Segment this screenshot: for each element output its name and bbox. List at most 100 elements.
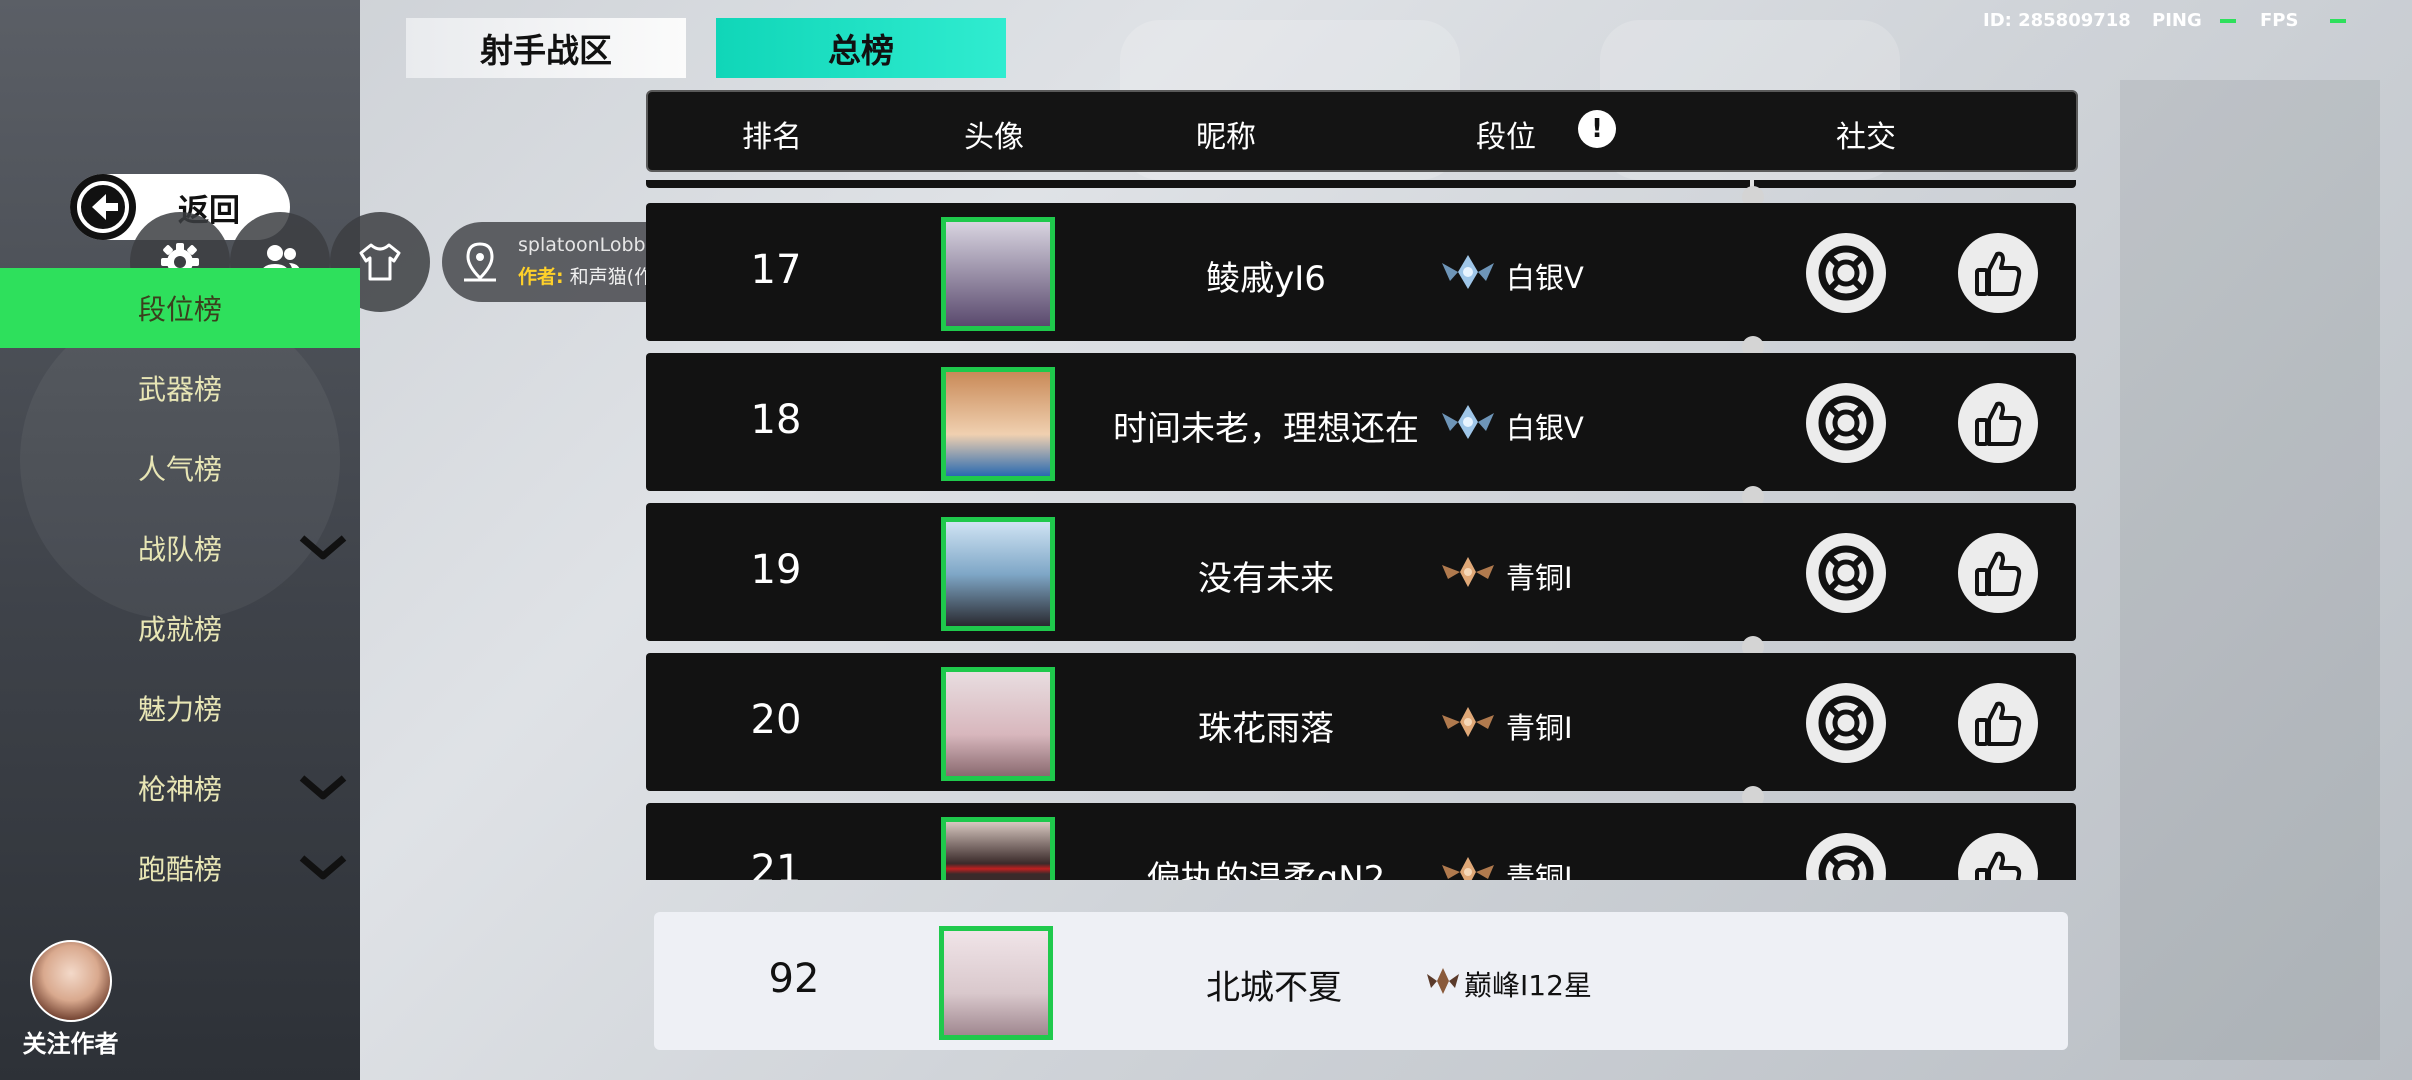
like-button[interactable] [1958,683,2038,763]
peak-tier-icon [1427,968,1459,994]
tier-text: 青铜Ⅰ [1506,711,1573,745]
bronze-tier-icon [1442,557,1494,587]
my-rank-row: 92 北城不夏 巅峰Ⅰ12星 [654,912,2068,1050]
menu-item-achievement-rank[interactable]: 成就榜 [0,588,360,668]
chevron-down-icon [299,855,347,880]
header-rank: 排名 [742,120,802,155]
map-name: splatoonLobby [518,234,657,256]
like-button[interactable] [1958,233,2038,313]
my-nickname: 北城不夏 [1206,968,1342,1008]
rank-number: 18 [750,397,802,443]
menu-item-label: 战队榜 [138,533,223,566]
tier-info-icon[interactable]: ! [1578,110,1616,148]
thumbs-up-icon [1975,251,2022,296]
like-button[interactable] [1958,383,2038,463]
like-button[interactable] [1958,833,2038,880]
rank-number: 17 [750,247,802,293]
lifebuoy-button[interactable] [1806,833,1886,880]
lifebuoy-icon [1818,695,1874,751]
nickname: 珠花雨落 [1198,709,1334,749]
tier-text: 白银Ⅴ [1506,261,1584,295]
menu-item-label: 魅力榜 [138,693,223,726]
lifebuoy-button[interactable] [1806,383,1886,463]
avatar[interactable] [941,217,1055,331]
map-pin-icon [464,242,496,282]
thumbs-up-icon [1975,401,2022,446]
lifebuoy-icon [1818,395,1874,451]
table-header: 排名 头像 昵称 段位 ! 社交 [646,90,2078,172]
menu-item-popularity-rank[interactable]: 人气榜 [0,428,360,508]
lifebuoy-button[interactable] [1806,533,1886,613]
silver-tier-icon [1442,255,1494,289]
menu-item-tier-rank[interactable]: 段位榜 [0,268,360,348]
tier-text: 青铜Ⅰ [1506,861,1573,880]
lifebuoy-icon [1818,845,1874,880]
thumbs-up-icon [1975,551,2022,596]
nickname: 没有未来 [1198,559,1334,599]
menu-item-label: 枪神榜 [138,773,223,806]
thumbs-up-icon [1975,701,2022,746]
table-row [646,180,2076,188]
shirt-icon [359,243,401,281]
tab-label: 总榜 [828,31,894,70]
table-row: 21 偏执的温柔gN2 青铜Ⅰ [646,803,2076,880]
fps-indicator [2330,19,2346,23]
menu-item-parkour-rank[interactable]: 跑酷榜 [0,828,360,908]
header-tier: 段位 [1476,120,1536,155]
nickname: 时间未老，理想还在 [1113,409,1419,449]
menu-item-label: 成就榜 [138,613,223,646]
rank-number: 19 [750,547,802,593]
lifebuoy-button[interactable] [1806,683,1886,763]
avatar[interactable] [941,517,1055,631]
tier-text: 白银Ⅴ [1506,411,1584,445]
my-tier-text: 巅峰Ⅰ12星 [1464,969,1592,1002]
menu-item-weapon-rank[interactable]: 武器榜 [0,348,360,428]
lifebuoy-button[interactable] [1806,233,1886,313]
bronze-tier-icon [1442,707,1494,737]
header-social: 社交 [1836,120,1896,155]
nickname: 偏执的温柔gN2 [1146,859,1386,880]
follow-author-button[interactable]: 关注作者 [18,940,123,1059]
table-row: 18 时间未老，理想还在 白银Ⅴ [646,353,2076,491]
follow-author-label: 关注作者 [22,1030,119,1058]
author-avatar [29,940,112,1022]
silver-tier-icon [1442,405,1494,439]
lifebuoy-icon [1818,245,1874,301]
rank-number: 20 [750,697,802,743]
like-button[interactable] [1958,533,2038,613]
table-row: 19 没有未来 青铜Ⅰ [646,503,2076,641]
menu-item-gun-rank[interactable]: 枪神榜 [0,748,360,828]
tab-label: 射手战区 [480,31,612,70]
avatar[interactable] [941,667,1055,781]
table-row: 20 珠花雨落 青铜Ⅰ [646,653,2076,791]
header-avatar: 头像 [964,120,1024,155]
ping-indicator [2220,19,2236,23]
my-rank-number: 92 [768,956,820,1002]
avatar[interactable] [941,367,1055,481]
chevron-down-icon [299,775,347,800]
tier-text: 青铜Ⅰ [1506,561,1573,595]
nickname: 鲮戚yI6 [1206,259,1326,299]
author-label: 作者: [518,266,564,288]
rank-number: 21 [750,847,802,880]
ping-label: PING [2152,10,2202,31]
menu-item-label: 跑酷榜 [138,853,223,886]
header-nickname: 昵称 [1196,120,1256,155]
menu-item-label: 人气榜 [138,453,223,486]
player-id: ID: 285809718 [1983,10,2131,31]
menu-item-label: 段位榜 [138,293,223,326]
menu-item-label: 武器榜 [138,373,223,406]
tab-overall[interactable]: 总榜 [716,18,1006,78]
rank-list[interactable]: 17 鲮戚yI6 白银Ⅴ 18 时间未老，理想还在 白银Ⅴ 19 没有未来 青铜… [646,180,2078,880]
table-row: 17 鲮戚yI6 白银Ⅴ [646,203,2076,341]
avatar[interactable] [941,817,1055,880]
my-avatar[interactable] [939,926,1053,1040]
background-panel [2120,80,2380,1060]
fps-label: FPS [2260,10,2299,31]
menu-item-charm-rank[interactable]: 魅力榜 [0,668,360,748]
back-arrow-icon [70,174,136,240]
menu-item-team-rank[interactable]: 战队榜 [0,508,360,588]
tab-shooter-zone[interactable]: 射手战区 [406,18,686,78]
lifebuoy-icon [1818,545,1874,601]
thumbs-up-icon [1975,851,2022,880]
